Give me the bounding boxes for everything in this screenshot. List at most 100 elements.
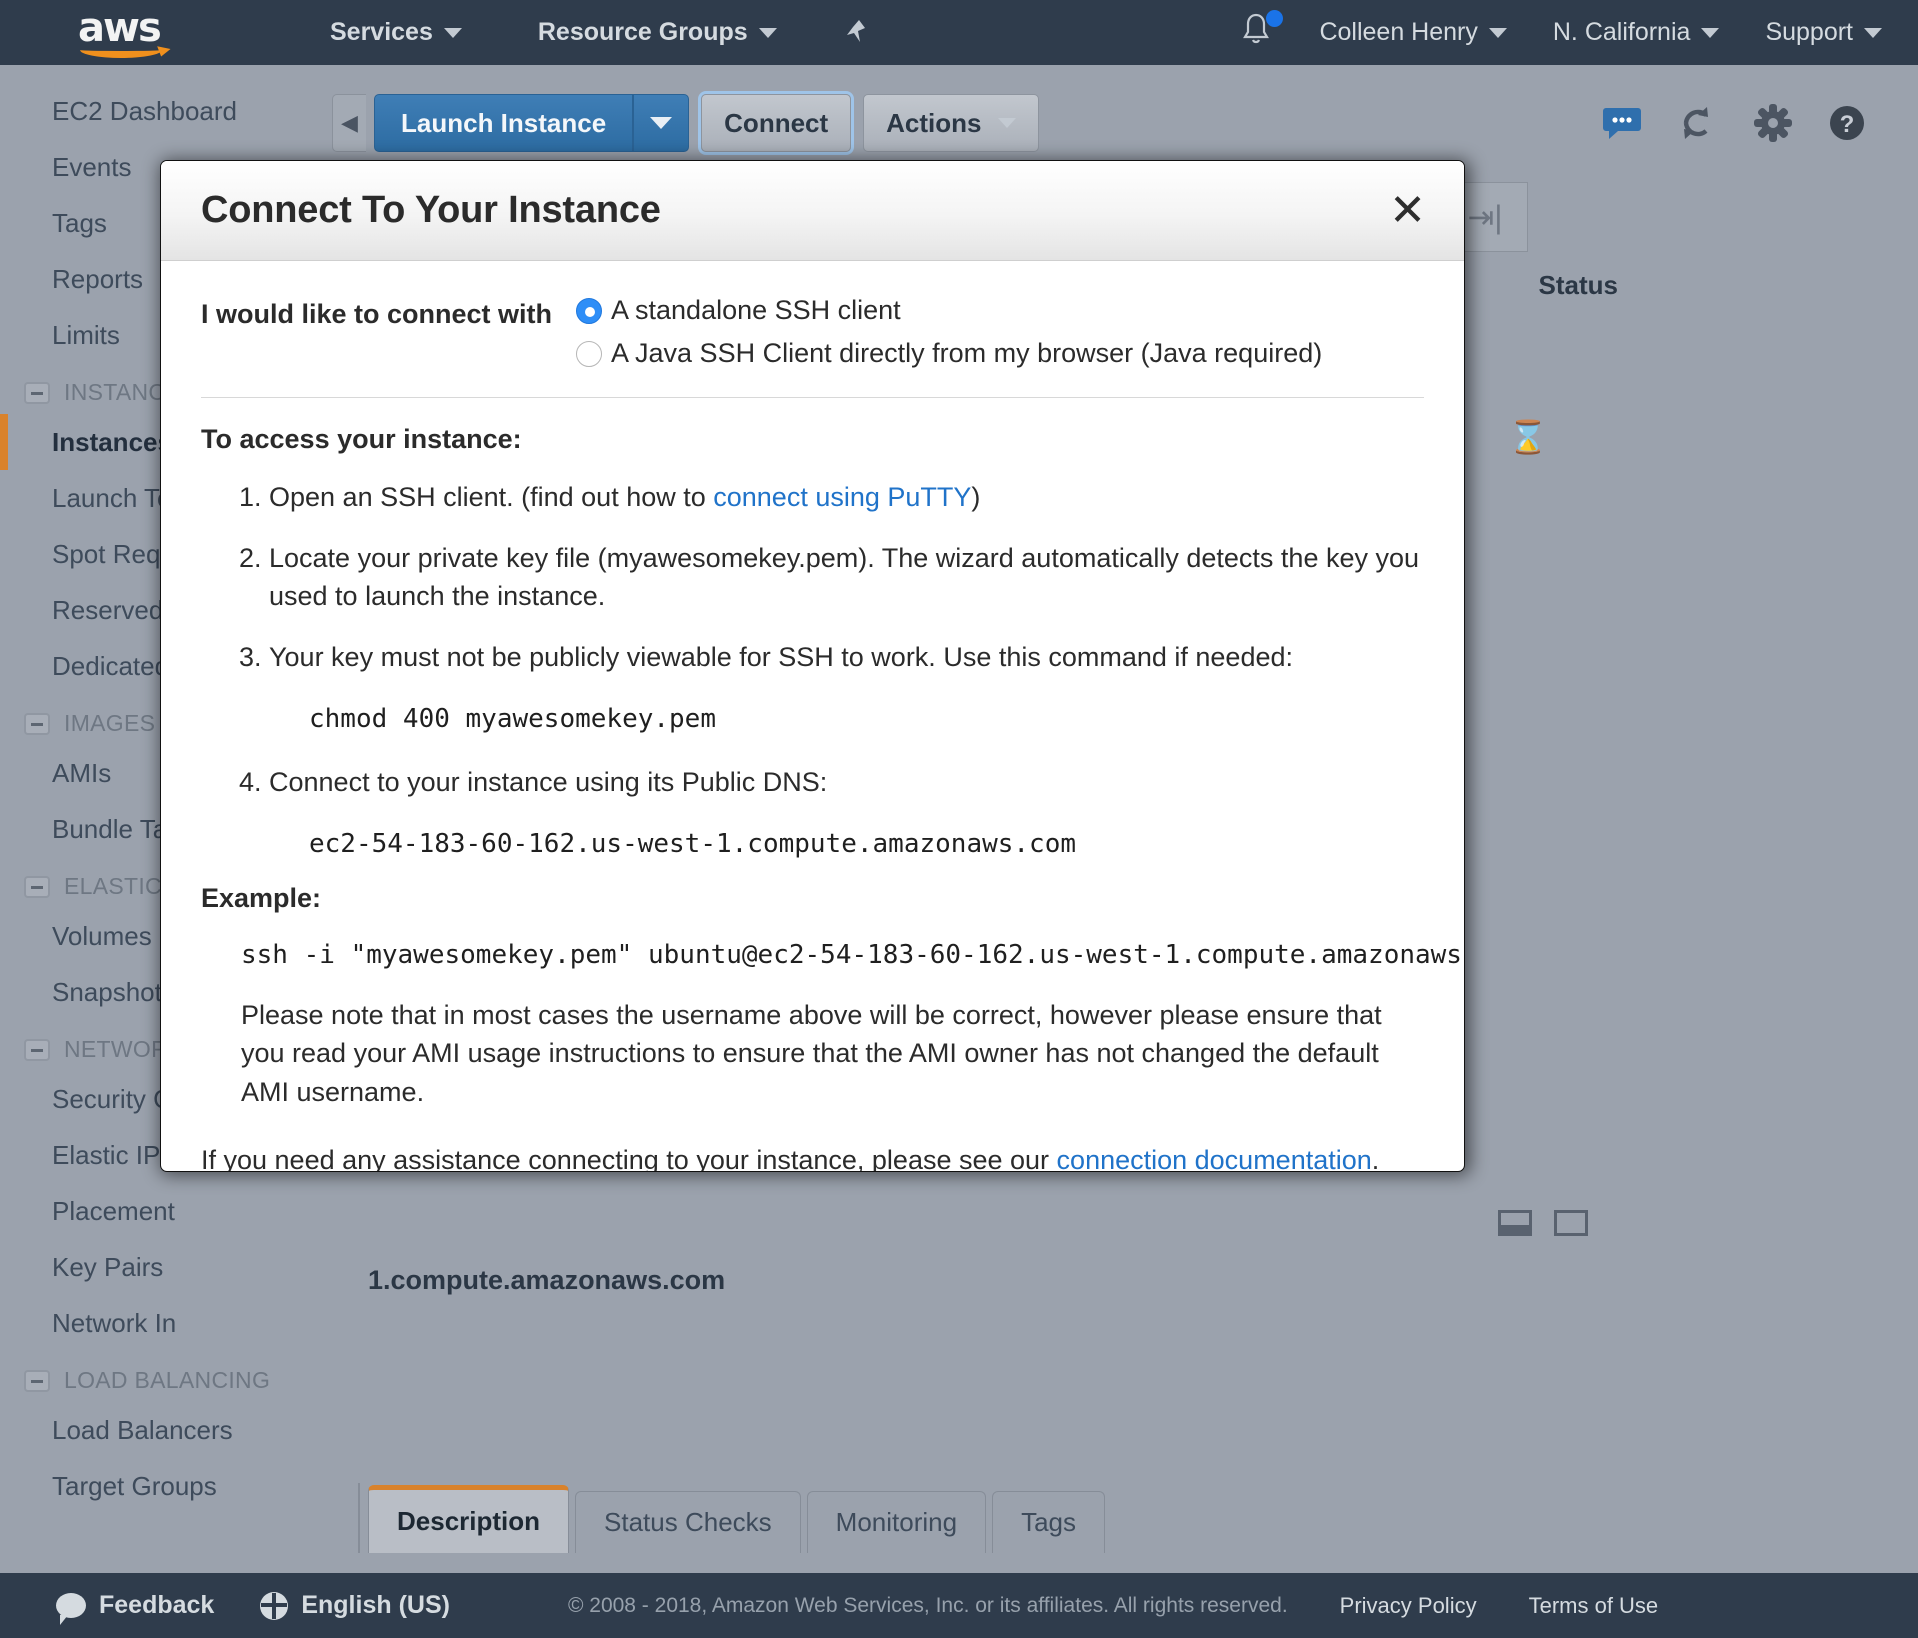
collapse-minus-icon[interactable]: [24, 712, 50, 735]
tab-status-checks[interactable]: Status Checks: [575, 1491, 801, 1553]
nav-right-group: Colleen Henry N. California Support: [1239, 9, 1890, 54]
language-label: English (US): [301, 1591, 450, 1619]
chevron-down-icon: [997, 118, 1016, 128]
gear-icon[interactable]: [1754, 104, 1792, 142]
step3-text: Your key must not be publicly viewable f…: [269, 641, 1293, 672]
radio-button-icon[interactable]: [576, 340, 602, 367]
actions-label: Actions: [886, 107, 982, 138]
public-dns-value[interactable]: ec2-54-183-60-162.us-west-1.compute.amaz…: [309, 827, 1424, 863]
connect-to-instance-dialog: Connect To Your Instance ✕ I would like …: [160, 160, 1465, 1172]
connect-method-radio-group: A standalone SSH client A Java SSH Clien…: [576, 295, 1322, 369]
collapse-minus-icon[interactable]: [24, 875, 50, 898]
launch-instance-button[interactable]: Launch Instance: [374, 94, 634, 152]
radio-option-java-ssh[interactable]: A Java SSH Client directly from my brows…: [576, 338, 1322, 369]
nav-region-menu[interactable]: N. California: [1553, 18, 1720, 47]
feedback-bubble-icon: [56, 1593, 86, 1625]
sidebar-item-network-interfaces[interactable]: Network In: [0, 1295, 318, 1351]
sidebar-section-label: IMAGES: [64, 710, 156, 736]
toolbar-icon-group: ?: [1602, 104, 1866, 142]
chevron-down-icon: [758, 27, 777, 38]
nav-user-label: Colleen Henry: [1319, 18, 1478, 46]
sidebar-item-placement-groups[interactable]: Placement: [0, 1183, 318, 1239]
sidebar-item-target-groups[interactable]: Target Groups: [0, 1458, 318, 1514]
step-chmod-key: Your key must not be publicly viewable f…: [269, 639, 1424, 738]
example-heading: Example:: [201, 883, 322, 913]
actions-button[interactable]: Actions: [863, 94, 1039, 152]
radio-option-standalone-ssh[interactable]: A standalone SSH client: [576, 295, 1322, 326]
chevron-down-icon: [1864, 27, 1882, 38]
notification-badge: [1266, 9, 1284, 27]
nav-services-label: Services: [330, 18, 433, 46]
help-icon[interactable]: ?: [1828, 104, 1866, 142]
tab-monitoring[interactable]: Monitoring: [806, 1491, 987, 1553]
page-footer: Feedback English (US) © 2008 - 2018, Ama…: [0, 1573, 1918, 1638]
language-selector[interactable]: English (US): [260, 1591, 450, 1620]
feedback-bubble-icon[interactable]: [1602, 105, 1642, 141]
step-open-ssh-client: Open an SSH client. (find out how to con…: [269, 479, 1424, 516]
radio-option-label: A standalone SSH client: [611, 295, 901, 325]
sidebar-item-key-pairs[interactable]: Key Pairs: [0, 1239, 318, 1295]
dialog-header: Connect To Your Instance ✕: [161, 161, 1464, 261]
chmod-command[interactable]: chmod 400 myawesomekey.pem: [309, 702, 1424, 738]
access-steps-list: Open an SSH client. (find out how to con…: [201, 479, 1424, 863]
pin-icon[interactable]: [843, 18, 869, 48]
nav-resource-groups-label: Resource Groups: [537, 18, 748, 46]
nav-support-menu[interactable]: Support: [1765, 18, 1882, 47]
step-connect-public-dns: Connect to your instance using its Publi…: [269, 764, 1424, 863]
nav-support-label: Support: [1765, 18, 1853, 46]
globe-icon: [260, 1591, 289, 1620]
column-header-status: Status: [1538, 270, 1618, 300]
step1-suffix: ): [971, 482, 981, 512]
aws-logo[interactable]: aws: [78, 8, 198, 58]
example-ssh-command[interactable]: ssh -i "myawesomekey.pem" ubuntu@ec2-54-…: [241, 940, 1464, 970]
radio-button-icon[interactable]: [576, 297, 602, 324]
assist-suffix: .: [1371, 1144, 1380, 1172]
nav-resource-groups[interactable]: Resource Groups: [538, 18, 777, 47]
connect-with-label: I would like to connect with: [201, 299, 553, 329]
terms-of-use-link[interactable]: Terms of Use: [1529, 1593, 1659, 1619]
connect-with-row: I would like to connect with A standalon…: [201, 295, 1424, 369]
privacy-policy-link[interactable]: Privacy Policy: [1340, 1593, 1477, 1619]
step1-prefix: Open an SSH client. (find out how to: [269, 482, 714, 512]
chevron-down-icon: [650, 117, 673, 129]
sidebar-item-load-balancers[interactable]: Load Balancers: [0, 1402, 318, 1458]
nav-services[interactable]: Services: [330, 18, 462, 47]
collapse-minus-icon[interactable]: [24, 1369, 50, 1392]
instances-toolbar: ◀ Launch Instance Connect Actions ?: [318, 65, 1918, 157]
refresh-icon[interactable]: [1678, 104, 1718, 142]
chevron-down-icon: [1701, 27, 1720, 38]
svg-text:?: ?: [1840, 111, 1855, 138]
copyright-text: © 2008 - 2018, Amazon Web Services, Inc.…: [567, 1593, 1288, 1617]
top-navigation-bar: aws Services Resource Groups Colleen Hen…: [0, 0, 1918, 65]
feedback-label: Feedback: [99, 1591, 215, 1619]
connection-documentation-link[interactable]: connection documentation: [1057, 1145, 1372, 1171]
collapse-minus-icon[interactable]: [24, 381, 50, 404]
nav-user-menu[interactable]: Colleen Henry: [1319, 18, 1507, 47]
collapse-minus-icon[interactable]: [24, 1038, 50, 1061]
feedback-button[interactable]: Feedback: [56, 1591, 215, 1625]
access-instructions-heading: To access your instance:: [201, 424, 522, 454]
nav-region-label: N. California: [1552, 18, 1691, 46]
connect-using-putty-link[interactable]: connect using PuTTY: [713, 482, 971, 512]
tab-tags[interactable]: Tags: [992, 1491, 1105, 1553]
radio-option-label: A Java SSH Client directly from my brows…: [611, 338, 1323, 368]
launch-instance-dropdown-button[interactable]: [633, 94, 690, 152]
sidebar-section-label: LOAD BALANCING: [64, 1367, 271, 1393]
notifications-button[interactable]: [1239, 9, 1284, 54]
assist-prefix: If you need any assistance connecting to…: [201, 1144, 1057, 1172]
dialog-body: I would like to connect with A standalon…: [161, 261, 1464, 1172]
panel-layout-buttons: [1498, 1210, 1588, 1236]
panel-layout-horizontal-button[interactable]: [1498, 1210, 1532, 1236]
connect-button[interactable]: Connect: [701, 94, 852, 152]
panel-layout-vertical-button[interactable]: [1554, 1210, 1588, 1236]
step4-text: Connect to your instance using its Publi…: [269, 766, 828, 797]
sidebar-collapse-toggle[interactable]: ◀: [332, 94, 366, 152]
step-locate-private-key: Locate your private key file (myawesomek…: [269, 540, 1424, 615]
sidebar-item-ec2-dashboard[interactable]: EC2 Dashboard: [0, 83, 318, 139]
close-icon[interactable]: ✕: [1389, 188, 1426, 233]
tab-description[interactable]: Description: [368, 1485, 570, 1553]
sidebar-section-load-balancing[interactable]: LOAD BALANCING: [0, 1351, 318, 1402]
instance-detail-tabs: Description Status Checks Monitoring Tag…: [368, 1483, 1111, 1553]
instance-dns-fragment: 1.compute.amazonaws.com: [368, 1265, 726, 1295]
aws-smile-icon: [80, 42, 162, 58]
